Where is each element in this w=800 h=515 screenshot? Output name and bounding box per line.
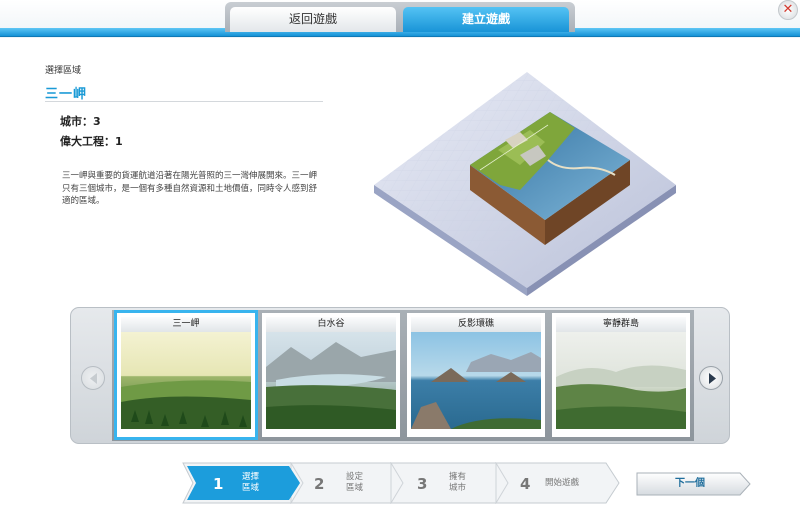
region-thumbnail <box>121 332 251 429</box>
region-thumbnail <box>556 332 686 429</box>
step-2-label: 設定 區域 <box>346 472 364 493</box>
step-4-label: 開始遊戲 <box>545 478 580 488</box>
region-card-reflection-atoll[interactable]: 反影環礁 <box>407 313 545 437</box>
city-count: 城市：3 <box>60 115 101 128</box>
region-thumbnail <box>411 332 541 429</box>
divider <box>45 101 323 102</box>
step-1-number: 1 <box>213 475 224 493</box>
close-icon[interactable]: ✕ <box>778 0 798 20</box>
next-button[interactable]: 下一個 <box>636 472 752 496</box>
step-1-label: 選擇 區域 <box>242 472 260 493</box>
region-card-label: 反影環礁 <box>411 317 541 332</box>
region-card-trinity-point[interactable]: 三一岬 <box>117 313 255 437</box>
next-arrow-icon[interactable] <box>699 366 723 390</box>
region-card-label: 白水谷 <box>266 317 396 332</box>
step-3-number: 3 <box>417 475 428 493</box>
region-description: 三一岬與重要的貨運航道沿著在陽光普照的三一灣伸展開來。三一岬只有三個城市，是一個… <box>62 171 318 206</box>
next-button-label: 下一個 <box>675 478 705 489</box>
region-card-serene-isles[interactable]: 寧靜群島 <box>552 313 690 437</box>
region-name: 三一岬 <box>45 87 88 102</box>
great-works-count: 偉大工程：1 <box>60 135 123 148</box>
tab-bar: 返回遊戲 建立遊戲 <box>225 2 575 32</box>
region-section-label: 選擇區域 <box>45 66 82 76</box>
tab-create-game[interactable]: 建立遊戲 <box>403 7 569 32</box>
region-card-label: 三一岬 <box>121 317 251 332</box>
step-4-number: 4 <box>520 475 531 493</box>
step-3-label: 擁有 城市 <box>449 472 467 493</box>
region-card-label: 寧靜群島 <box>556 317 686 332</box>
region-3d-preview <box>370 70 680 300</box>
step-2-number: 2 <box>314 475 325 493</box>
previous-arrow-icon[interactable] <box>81 366 105 390</box>
region-card-whitewater-valley[interactable]: 白水谷 <box>262 313 400 437</box>
tab-return-game[interactable]: 返回遊戲 <box>230 7 396 32</box>
region-thumbnail <box>266 332 396 429</box>
